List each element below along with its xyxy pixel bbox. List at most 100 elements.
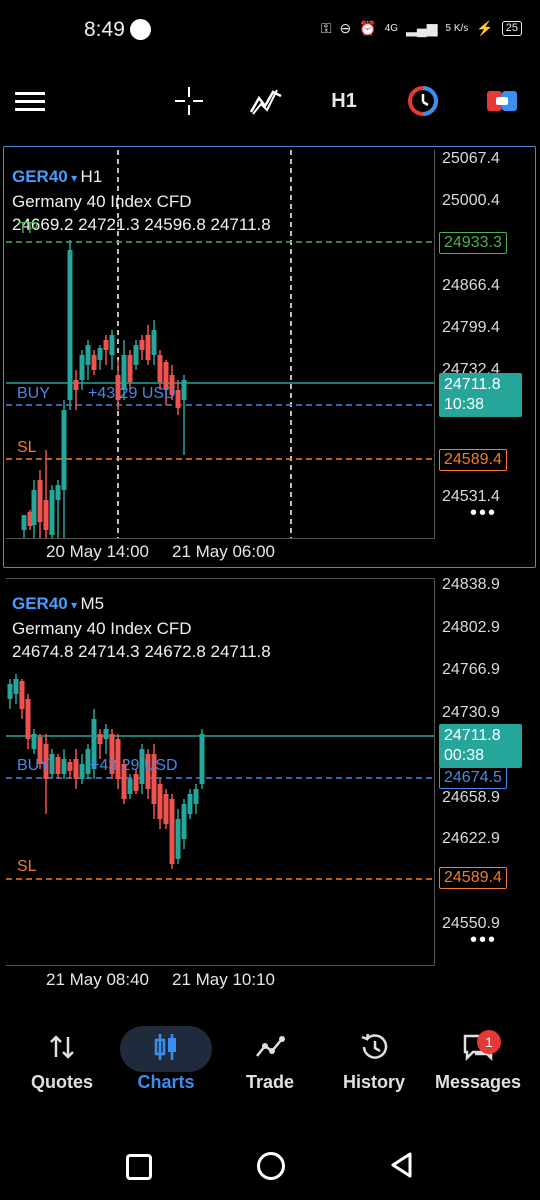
- bottom-candle-body: [49, 754, 55, 774]
- bottom-candle-body: [181, 804, 187, 839]
- top-symbol[interactable]: GER40: [12, 167, 68, 186]
- bottom-price-1: 24802.9: [442, 619, 500, 636]
- charts-icon: [114, 1022, 218, 1072]
- top-price-0: 25067.4: [442, 150, 500, 167]
- bottom-candle-body: [67, 762, 73, 771]
- top-candle-body: [145, 335, 151, 360]
- top-candle-body: [97, 348, 103, 360]
- history-icon: [322, 1022, 426, 1072]
- bottom-price-3: 24730.9: [442, 704, 500, 721]
- top-price-3: 24799.4: [442, 319, 500, 336]
- back-icon[interactable]: [388, 1150, 416, 1185]
- bottom-sl-price-tag: 24589.4: [439, 867, 507, 889]
- recent-apps-icon[interactable]: [126, 1154, 152, 1180]
- bottom-price-5: 24622.9: [442, 830, 500, 847]
- bottom-entry-price-tag: 24674.5: [439, 767, 507, 789]
- nav-history[interactable]: History: [322, 1022, 426, 1112]
- top-candle-body: [85, 345, 91, 365]
- nav-trade[interactable]: Trade: [218, 1022, 322, 1112]
- top-candle-body: [21, 515, 27, 530]
- bottom-time-label-1: 21 May 10:10: [172, 970, 276, 989]
- dnd-icon: ⊖: [339, 20, 352, 36]
- bottom-instrument-name: Germany 40 Index CFD: [12, 619, 192, 638]
- top-candle-body: [79, 355, 85, 380]
- nav-quotes[interactable]: Quotes: [10, 1022, 114, 1112]
- top-tp-label: TP: [18, 220, 39, 237]
- bottom-profit-label: +43.29 USD: [90, 757, 178, 774]
- top-chart-info: GER40 ▾ H1 Germany 40 Index CFD 24669.2 …: [12, 167, 271, 234]
- top-candle-body: [49, 490, 55, 535]
- home-icon[interactable]: [257, 1152, 285, 1180]
- top-ohlc: 24669.2 24721.3 24596.8 24711.8: [12, 215, 271, 234]
- top-candle-body: [139, 340, 145, 350]
- top-current-price-tag: 24711.8 10:38: [439, 373, 522, 417]
- bottom-more-icon[interactable]: •••: [470, 929, 497, 952]
- notification-dot-icon: [130, 19, 151, 40]
- top-sl-price-tag: 24589.4: [439, 449, 507, 471]
- bottom-time-label-0: 21 May 08:40: [46, 970, 150, 989]
- top-candle-body: [103, 340, 109, 350]
- top-instrument-name: Germany 40 Index CFD: [12, 192, 192, 211]
- bottom-buy-label: BUY: [17, 757, 50, 774]
- bottom-price-0: 24838.9: [442, 576, 500, 593]
- top-candle-body: [67, 250, 73, 400]
- top-candle-body: [175, 390, 181, 408]
- bottom-candle-body: [79, 764, 85, 779]
- top-candle-body: [31, 490, 37, 525]
- timeframe-button[interactable]: H1: [322, 70, 366, 132]
- system-navigation-bar: [0, 1140, 540, 1190]
- top-time-label-1: 21 May 06:00: [172, 542, 276, 561]
- bottom-candle-body: [133, 774, 139, 791]
- bottom-candle-body: [163, 794, 169, 824]
- one-click-trading-icon[interactable]: [402, 70, 444, 132]
- bottom-candle-body: [169, 799, 175, 864]
- status-time: 8:49: [84, 18, 125, 41]
- bottom-candle-body: [97, 734, 103, 744]
- top-timeframe: H1: [80, 167, 103, 186]
- bottom-navigation: Quotes Charts Trade History Messages: [0, 1022, 540, 1112]
- bottom-candle-body: [55, 757, 61, 774]
- bottom-current-price-tag: 24711.8 00:38: [439, 724, 522, 768]
- bottom-candle-body: [103, 729, 109, 739]
- top-price-1: 25000.4: [442, 192, 500, 209]
- bottom-candle-body: [7, 684, 13, 699]
- bottom-timeframe: M5: [80, 594, 105, 613]
- top-candle-body: [73, 380, 79, 390]
- battery-icon: 25: [501, 21, 522, 36]
- top-candle-body: [37, 480, 43, 522]
- top-candle-body: [127, 355, 133, 382]
- top-price-2: 24866.4: [442, 277, 500, 294]
- messages-badge: 1: [477, 1030, 501, 1054]
- charging-icon: ⚡: [476, 20, 494, 36]
- indicators-icon[interactable]: [245, 70, 287, 132]
- bottom-bar-countdown: 00:38: [444, 747, 485, 764]
- bottom-candle-body: [127, 779, 133, 794]
- quotes-icon: [10, 1022, 114, 1072]
- bottom-chart-info: GER40 ▾ M5 Germany 40 Index CFD 24674.8 …: [12, 594, 271, 661]
- net-speed: 5 K/s: [445, 23, 469, 34]
- crosshair-icon[interactable]: [168, 70, 210, 132]
- top-candle-body: [157, 355, 163, 382]
- trade-icon: [218, 1022, 322, 1072]
- bottom-candle-body: [193, 789, 199, 804]
- nav-charts[interactable]: Charts: [114, 1022, 218, 1112]
- top-bar-countdown: 10:38: [444, 396, 485, 413]
- top-candle-body: [151, 330, 157, 355]
- top-candle-body: [133, 345, 139, 365]
- key-icon: ⚿: [320, 20, 332, 36]
- menu-icon[interactable]: [10, 70, 50, 132]
- top-time-label-0: 20 May 14:00: [46, 542, 150, 561]
- top-sl-label: SL: [17, 439, 37, 456]
- trade-panel-icon[interactable]: [481, 70, 523, 132]
- bottom-candle-body: [73, 759, 79, 779]
- bottom-candle-body: [175, 819, 181, 859]
- top-candle-body: [61, 410, 67, 490]
- bottom-candle-body: [19, 681, 25, 709]
- top-profit-label: +43.29 USD: [88, 385, 176, 402]
- top-candle-body: [43, 500, 49, 530]
- signal-icon: ▂▄▆: [406, 20, 438, 36]
- bottom-candle-body: [199, 734, 205, 784]
- top-more-icon[interactable]: •••: [470, 502, 497, 525]
- bottom-symbol[interactable]: GER40: [12, 594, 68, 613]
- bottom-candle-body: [13, 679, 19, 694]
